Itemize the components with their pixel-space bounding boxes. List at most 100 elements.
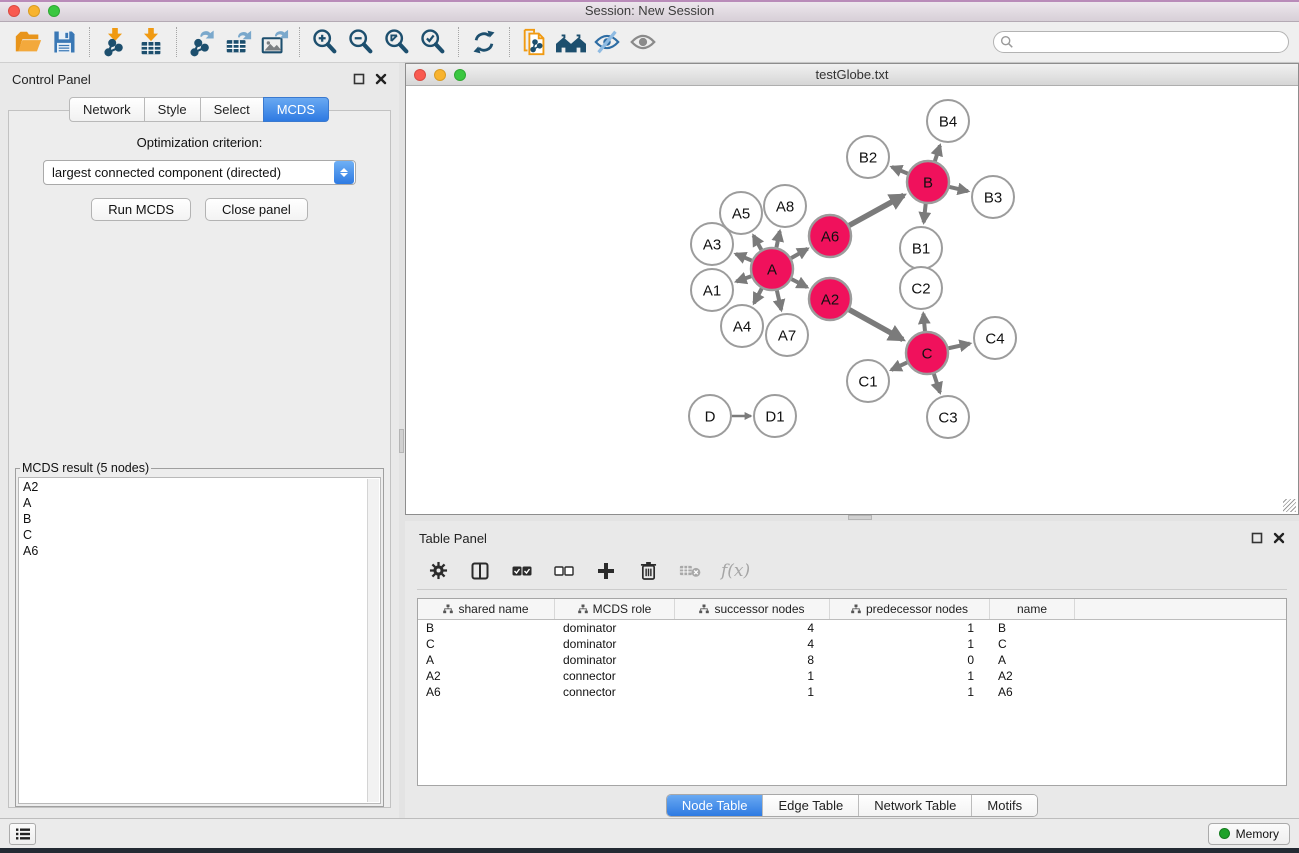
graph-node-A[interactable]: A: [751, 248, 793, 290]
criterion-select[interactable]: largest connected component (directed): [43, 160, 356, 185]
zoom-fit-button[interactable]: [379, 25, 415, 59]
import-table-button[interactable]: [133, 25, 169, 59]
column-header-name[interactable]: name: [990, 599, 1075, 619]
show-column-button[interactable]: [469, 560, 491, 582]
task-history-button[interactable]: [9, 823, 36, 845]
graph-edge-B-B2[interactable]: [892, 167, 908, 174]
graph-edge-A6-B[interactable]: [849, 195, 904, 225]
graph-node-C[interactable]: C: [906, 332, 948, 374]
result-item[interactable]: A: [23, 495, 364, 511]
table-settings-button[interactable]: [427, 560, 449, 582]
result-list-scrollbar[interactable]: [367, 479, 379, 802]
graph-edge-B-B3[interactable]: [949, 187, 967, 191]
zoom-out-button[interactable]: [343, 25, 379, 59]
tab-motifs[interactable]: Motifs: [972, 795, 1037, 816]
resize-grip[interactable]: [1283, 499, 1296, 512]
result-item[interactable]: A6: [23, 543, 364, 559]
horizontal-splitter[interactable]: [405, 515, 1299, 521]
save-session-button[interactable]: [46, 25, 82, 59]
graph-node-B4[interactable]: B4: [927, 100, 969, 142]
tab-node-table[interactable]: Node Table: [667, 795, 764, 816]
column-header-predecessor-nodes[interactable]: predecessor nodes: [830, 599, 990, 619]
graph-edge-C-C4[interactable]: [948, 344, 969, 349]
column-header-shared-name[interactable]: shared name: [418, 599, 555, 619]
table-row[interactable]: Bdominator41B: [418, 620, 1286, 636]
vizmapper-toggle-button[interactable]: [589, 25, 625, 59]
network-minimize-button[interactable]: [434, 69, 446, 81]
graph-node-A4[interactable]: A4: [721, 305, 763, 347]
zoom-in-button[interactable]: [307, 25, 343, 59]
splitter-handle[interactable]: [399, 429, 404, 453]
result-item[interactable]: A2: [23, 479, 364, 495]
tab-mcds[interactable]: MCDS: [263, 97, 329, 122]
graph-node-D[interactable]: D: [689, 395, 731, 437]
graph-edge-A-A8[interactable]: [776, 231, 779, 247]
run-mcds-button[interactable]: Run MCDS: [91, 198, 191, 221]
graph-node-A2[interactable]: A2: [809, 278, 851, 320]
splitter-handle[interactable]: [848, 515, 872, 520]
delete-column-button[interactable]: [637, 560, 659, 582]
table-row[interactable]: Cdominator41C: [418, 636, 1286, 652]
create-column-button[interactable]: [595, 560, 617, 582]
graph-edge-A-A1[interactable]: [736, 276, 751, 281]
graph-node-A5[interactable]: A5: [720, 192, 762, 234]
tab-select[interactable]: Select: [200, 97, 264, 122]
graph-edge-A-A5[interactable]: [753, 236, 761, 250]
import-network-button[interactable]: [97, 25, 133, 59]
network-zoom-button[interactable]: [454, 69, 466, 81]
tab-network-table[interactable]: Network Table: [859, 795, 972, 816]
graph-node-B[interactable]: B: [907, 161, 949, 203]
delete-table-button[interactable]: [679, 560, 701, 582]
network-close-button[interactable]: [414, 69, 426, 81]
close-window-button[interactable]: [8, 5, 20, 17]
graph-node-B1[interactable]: B1: [900, 227, 942, 269]
network-window-titlebar[interactable]: testGlobe.txt: [406, 64, 1298, 86]
search-box[interactable]: [993, 31, 1289, 53]
float-panel-icon[interactable]: [1251, 532, 1263, 544]
graph-edge-A2-C[interactable]: [849, 310, 903, 340]
mcds-result-list[interactable]: A2ABCA6: [18, 477, 381, 804]
graph-node-A1[interactable]: A1: [691, 269, 733, 311]
result-item[interactable]: C: [23, 527, 364, 543]
tab-edge-table[interactable]: Edge Table: [763, 795, 859, 816]
result-item[interactable]: B: [23, 511, 364, 527]
home-button[interactable]: [553, 25, 589, 59]
tab-network[interactable]: Network: [69, 97, 145, 122]
open-session-file-button[interactable]: [10, 25, 46, 59]
function-builder-button[interactable]: f(x): [721, 561, 750, 581]
show-hide-button[interactable]: [625, 25, 661, 59]
graph-node-B3[interactable]: B3: [972, 176, 1014, 218]
graph-node-C3[interactable]: C3: [927, 396, 969, 438]
minimize-window-button[interactable]: [28, 5, 40, 17]
window-titlebar[interactable]: Session: New Session: [0, 0, 1299, 22]
graph-node-C2[interactable]: C2: [900, 267, 942, 309]
close-panel-icon[interactable]: [375, 73, 387, 85]
graph-node-D1[interactable]: D1: [754, 395, 796, 437]
graph-node-C1[interactable]: C1: [847, 360, 889, 402]
table-row[interactable]: A6connector11A6: [418, 684, 1286, 700]
table-row[interactable]: A2connector11A2: [418, 668, 1286, 684]
export-table-button[interactable]: [220, 25, 256, 59]
graph-edge-A-A6[interactable]: [791, 249, 807, 258]
table-row[interactable]: Adominator80A: [418, 652, 1286, 668]
export-network-button[interactable]: [184, 25, 220, 59]
search-input[interactable]: [1014, 35, 1282, 49]
close-panel-button[interactable]: Close panel: [205, 198, 308, 221]
network-canvas[interactable]: AA1A2A3A4A5A6A7A8BB1B2B3B4CC1C2C3C4DD1: [406, 86, 1298, 514]
memory-button[interactable]: Memory: [1208, 823, 1290, 845]
graph-edge-C-C2[interactable]: [923, 314, 925, 331]
column-header-successor-nodes[interactable]: successor nodes: [675, 599, 830, 619]
zoom-window-button[interactable]: [48, 5, 60, 17]
graph-edge-A-A3[interactable]: [736, 254, 752, 261]
refresh-view-button[interactable]: [466, 25, 502, 59]
graph-node-C4[interactable]: C4: [974, 317, 1016, 359]
graph-edge-C-C3[interactable]: [934, 374, 940, 393]
column-header-mcds-role[interactable]: MCDS role: [555, 599, 675, 619]
graph-edge-B-B1[interactable]: [924, 204, 926, 222]
graph-edge-C-C1[interactable]: [891, 362, 907, 370]
select-all-columns-button[interactable]: [511, 560, 533, 582]
graph-edge-A-A4[interactable]: [754, 288, 762, 303]
graph-edge-A-A2[interactable]: [792, 279, 808, 287]
graph-node-A7[interactable]: A7: [766, 314, 808, 356]
float-panel-icon[interactable]: [353, 73, 365, 85]
